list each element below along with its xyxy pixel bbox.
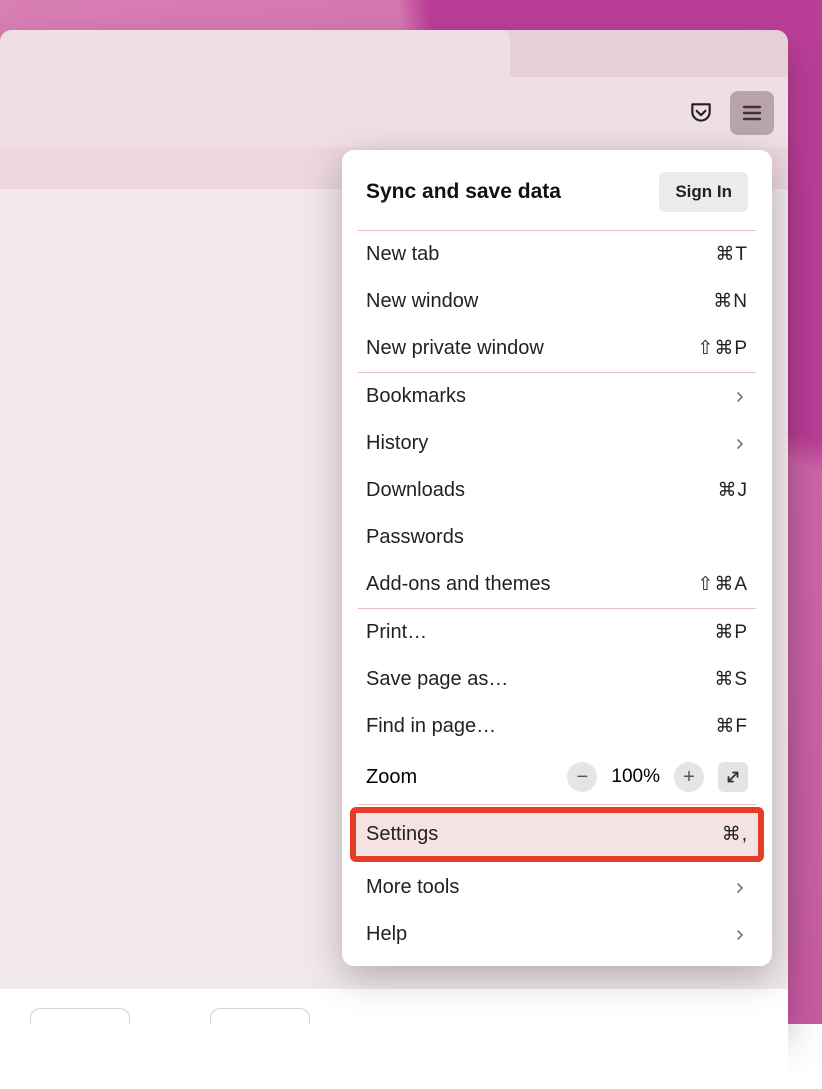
page-white-band [0,989,788,1089]
menu-item-more-tools[interactable]: More tools [358,864,756,911]
dock-item[interactable] [210,1008,310,1024]
menu-item-help[interactable]: Help [358,911,756,966]
menu-item-label: Print… [366,621,427,644]
fullscreen-icon [724,768,742,786]
pocket-icon [688,100,714,126]
pocket-button[interactable] [684,96,718,130]
zoom-in-button[interactable]: + [674,762,704,792]
menu-item-label: Passwords [366,526,464,549]
menu-item-label: Settings [366,823,438,846]
chevron-right-icon [732,927,748,943]
fullscreen-button[interactable] [718,762,748,792]
app-menu-button[interactable] [730,91,774,135]
menu-item-history[interactable]: History [358,420,756,467]
menu-sync-title: Sync and save data [366,180,561,204]
menu-item-label: Find in page… [366,715,496,738]
dock-item[interactable] [30,1008,130,1024]
menu-item-shortcut: ⌘P [714,621,748,644]
menu-item-print[interactable]: Print… ⌘P [358,609,756,656]
menu-item-shortcut: ⌘T [715,243,748,266]
active-tab[interactable] [0,30,510,77]
menu-item-shortcut: ⇧⌘A [697,573,748,596]
menu-item-zoom: Zoom − 100% + [358,750,756,804]
menu-item-downloads[interactable]: Downloads ⌘J [358,467,756,514]
sign-in-button[interactable]: Sign In [659,172,748,212]
menu-item-label: New tab [366,243,439,266]
menu-item-save-page[interactable]: Save page as… ⌘S [358,656,756,703]
dock [30,1008,310,1024]
menu-item-label: More tools [366,876,459,899]
chevron-right-icon [732,880,748,896]
menu-item-label: Add-ons and themes [366,573,551,596]
toolbar [0,77,788,147]
browser-window: Sync and save data Sign In New tab ⌘T Ne… [0,30,788,1024]
app-menu-panel: Sync and save data Sign In New tab ⌘T Ne… [342,150,772,966]
menu-item-passwords[interactable]: Passwords [358,514,756,561]
tab-strip [0,30,788,77]
zoom-value: 100% [611,766,660,788]
chevron-right-icon [732,436,748,452]
menu-item-label: Bookmarks [366,385,466,408]
hamburger-icon [740,101,764,125]
menu-item-shortcut: ⌘J [718,479,749,502]
menu-item-label: Help [366,923,407,946]
menu-item-label: History [366,432,428,455]
menu-item-label: Downloads [366,479,465,502]
menu-item-shortcut: ⌘S [714,668,748,691]
zoom-out-button[interactable]: − [567,762,597,792]
menu-header: Sync and save data Sign In [358,150,756,230]
menu-item-shortcut: ⌘N [713,290,748,313]
menu-item-addons[interactable]: Add-ons and themes ⇧⌘A [358,561,756,608]
menu-item-new-private-window[interactable]: New private window ⇧⌘P [358,325,756,372]
chevron-right-icon [732,389,748,405]
menu-item-new-tab[interactable]: New tab ⌘T [358,231,756,278]
zoom-label: Zoom [366,766,417,789]
menu-item-find-in-page[interactable]: Find in page… ⌘F [358,703,756,750]
menu-item-label: New private window [366,337,544,360]
menu-divider [358,804,756,805]
menu-item-label: Save page as… [366,668,508,691]
menu-item-shortcut: ⇧⌘P [697,337,748,360]
menu-item-shortcut: ⌘, [722,823,748,846]
menu-item-label: New window [366,290,478,313]
menu-item-shortcut: ⌘F [715,715,748,738]
menu-item-bookmarks[interactable]: Bookmarks [358,373,756,420]
menu-item-new-window[interactable]: New window ⌘N [358,278,756,325]
menu-item-settings[interactable]: Settings ⌘, [354,811,760,858]
